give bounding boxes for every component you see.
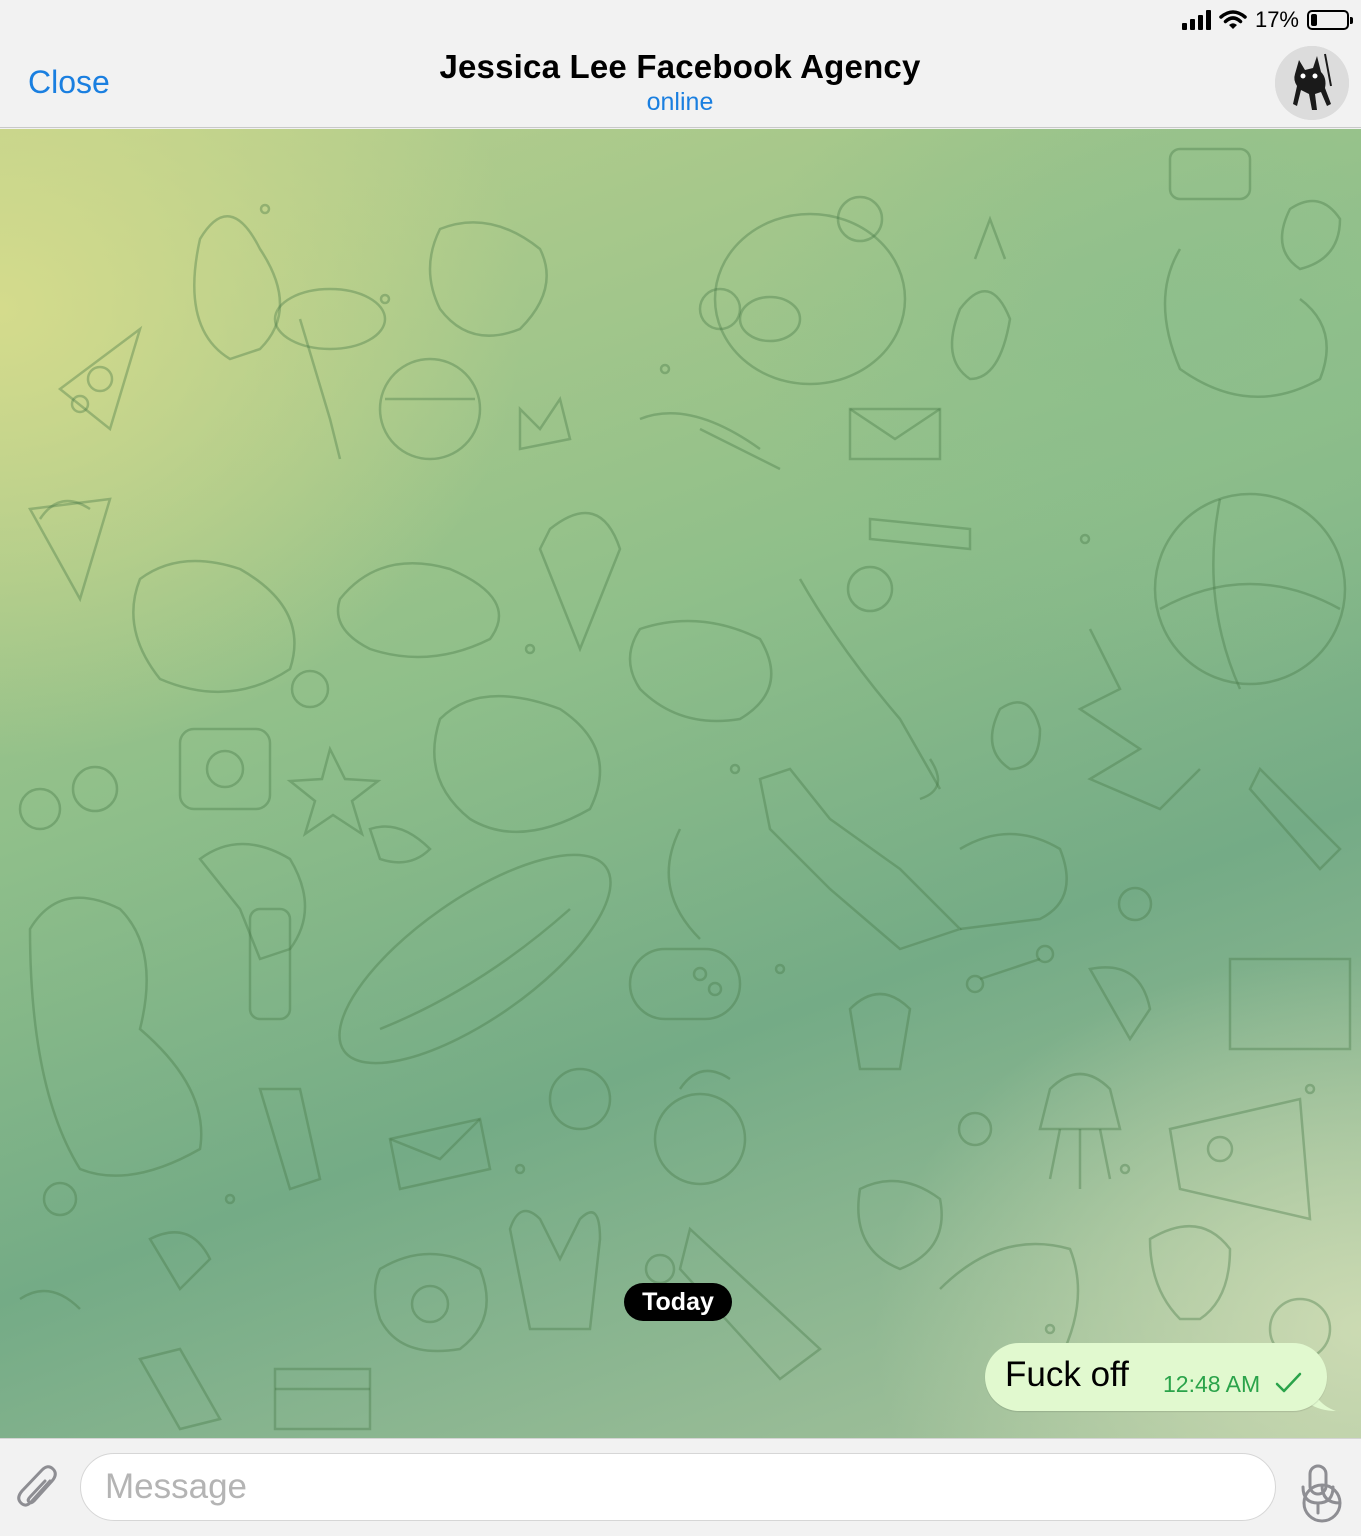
chat-background: Today Fuck off 12:48 AM: [0, 129, 1361, 1438]
date-separator: Today: [624, 1283, 732, 1321]
composer-bar: [0, 1438, 1361, 1536]
battery-percentage: 17%: [1254, 7, 1299, 32]
paperclip-icon[interactable]: [16, 1463, 60, 1515]
message-text: Fuck off: [1005, 1355, 1129, 1394]
chat-title-block[interactable]: Jessica Lee Facebook Agency online: [380, 48, 980, 117]
message-time: 12:48 AM: [1163, 1371, 1261, 1397]
check-icon: [1275, 1372, 1302, 1393]
microphone-icon[interactable]: [1298, 1463, 1338, 1517]
chat-header: Close Jessica Lee Facebook Agency online: [0, 40, 1361, 128]
close-button[interactable]: Close: [28, 64, 110, 101]
battery-icon: [1307, 10, 1353, 30]
message-bubble-outgoing[interactable]: Fuck off 12:48 AM: [985, 1343, 1327, 1411]
black-cat-avatar-icon: [1275, 46, 1349, 120]
message-field: [80, 1453, 1342, 1523]
message-input[interactable]: [105, 1464, 1205, 1510]
status-indicators: 17%: [1181, 6, 1353, 34]
chat-title: Jessica Lee Facebook Agency: [439, 48, 921, 85]
wifi-icon: [1219, 10, 1247, 29]
cellular-signal-icon: [1181, 10, 1211, 30]
chat-status: online: [646, 88, 714, 116]
avatar[interactable]: [1275, 46, 1349, 120]
status-bar: 17%: [0, 0, 1361, 40]
doodle-pattern: [18, 147, 1352, 1431]
